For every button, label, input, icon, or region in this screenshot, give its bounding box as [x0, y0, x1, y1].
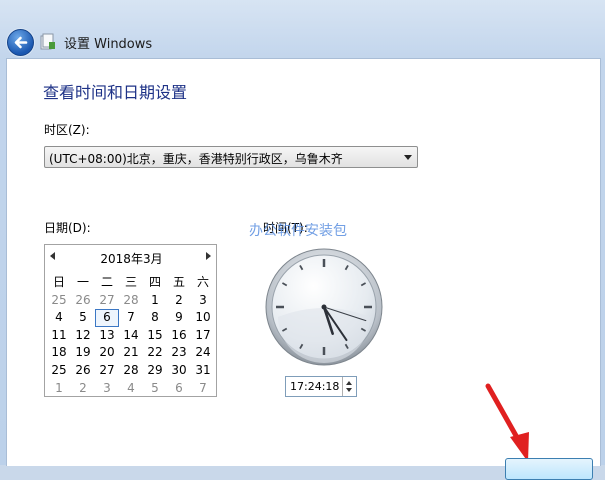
red-arrow-annotation: [485, 383, 529, 462]
next-button[interactable]: [505, 458, 593, 480]
setup-window: 设置 Windows 查看时间和日期设置 时区(Z): (UTC+08:00)北…: [0, 0, 605, 480]
